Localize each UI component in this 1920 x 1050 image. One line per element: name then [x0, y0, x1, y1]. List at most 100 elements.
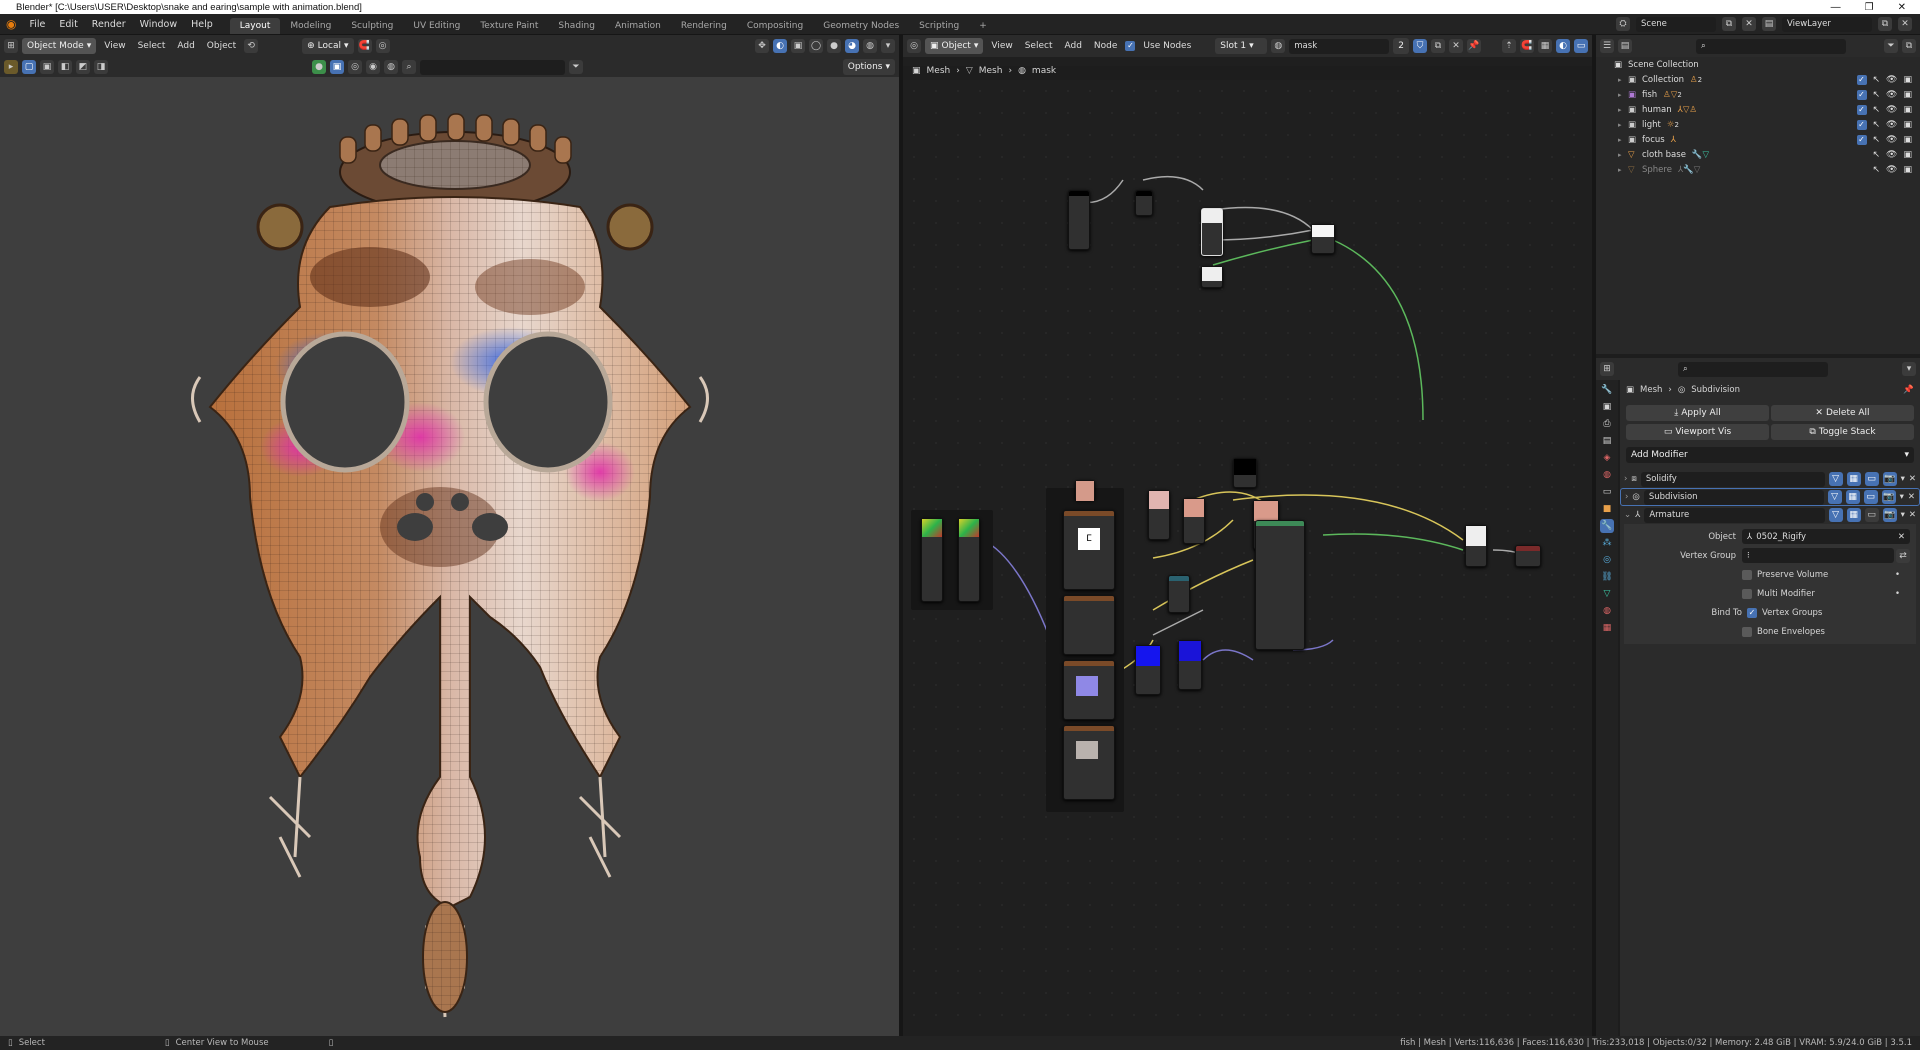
- use-nodes-checkbox[interactable]: ✓: [1125, 41, 1136, 51]
- tab-uv-editing[interactable]: UV Editing: [403, 18, 470, 34]
- exclude-checkbox[interactable]: ✓: [1856, 119, 1867, 130]
- snap-icon[interactable]: 🧲: [357, 39, 372, 53]
- collapse-icon[interactable]: ⌄: [1624, 510, 1631, 520]
- select-icon[interactable]: ↖: [1873, 150, 1881, 160]
- camera-icon[interactable]: ▣: [1903, 135, 1912, 145]
- close-icon[interactable]: ✕: [1898, 2, 1906, 13]
- overlay-icon[interactable]: ◐: [773, 39, 787, 53]
- xray-icon[interactable]: ▣: [791, 39, 805, 53]
- shader-editor-type-icon[interactable]: ◎: [907, 39, 921, 53]
- outliner-row-focus[interactable]: ▸ ▣ focus ⅄ ✓ ↖ 👁 ▣: [1596, 132, 1920, 147]
- select-intersect-icon[interactable]: ◨: [94, 60, 108, 74]
- camera-icon[interactable]: ▣: [1903, 150, 1912, 160]
- menu-file[interactable]: File: [22, 19, 52, 30]
- camera-icon[interactable]: ▣: [1903, 75, 1912, 85]
- collection-tab-icon[interactable]: ▭: [1600, 485, 1614, 499]
- properties-editor-type-icon[interactable]: ⊞: [1600, 362, 1614, 376]
- menu-window[interactable]: Window: [133, 19, 184, 30]
- orientation-dropdown[interactable]: ⊕ Local ▾: [302, 38, 354, 54]
- fake-user-icon[interactable]: ⛉: [1413, 39, 1428, 53]
- node-menu-add[interactable]: Add: [1060, 41, 1085, 51]
- eye-icon[interactable]: 👁: [1886, 105, 1897, 115]
- image-texture-node[interactable]: [1201, 208, 1223, 256]
- parent-node-tree-icon[interactable]: ⇡: [1502, 39, 1516, 53]
- unlink-material-icon[interactable]: ✕: [1449, 39, 1464, 53]
- exclude-checkbox[interactable]: ✓: [1856, 89, 1867, 100]
- material-tab-icon[interactable]: ◍: [1600, 604, 1614, 618]
- tab-animation[interactable]: Animation: [605, 18, 671, 34]
- scene-field[interactable]: Scene: [1636, 16, 1716, 32]
- delete-view-layer-icon[interactable]: ✕: [1898, 17, 1912, 31]
- camera-icon[interactable]: ▣: [1903, 120, 1912, 130]
- paint-icon[interactable]: ◎: [348, 60, 362, 74]
- color-ramp-node[interactable]: [921, 518, 943, 602]
- image-texture-node[interactable]: [1201, 266, 1223, 288]
- select-icon[interactable]: ↖: [1873, 135, 1881, 145]
- remove-modifier-icon[interactable]: ✕: [1909, 510, 1916, 520]
- modifier-armature[interactable]: ⌄ ⅄ Armature ▽ ▦ ▭ 📷 ▾ ✕: [1620, 506, 1920, 524]
- color-ramp-node[interactable]: [958, 518, 980, 602]
- realtime-icon[interactable]: ▭: [1864, 508, 1879, 522]
- world-tab-icon[interactable]: ◍: [1600, 468, 1614, 482]
- exclude-checkbox[interactable]: ✓: [1856, 134, 1867, 145]
- outliner-filter-icon[interactable]: ⏷: [1884, 39, 1898, 53]
- expand-icon[interactable]: ›: [1624, 474, 1627, 484]
- viewport-search-input[interactable]: [420, 59, 565, 75]
- tab-sculpting[interactable]: Sculpting: [341, 18, 403, 34]
- outliner-row-human[interactable]: ▸ ▣ human ⅄▽♙ ✓ ↖ 👁 ▣: [1596, 102, 1920, 117]
- image-texture-node[interactable]: ⵎ: [1063, 510, 1115, 590]
- preserve-volume-checkbox[interactable]: [1742, 569, 1752, 580]
- vertex-groups-checkbox[interactable]: ✓: [1747, 607, 1757, 618]
- node-menu-select[interactable]: Select: [1021, 41, 1057, 51]
- add-modifier-dropdown[interactable]: Add Modifier ▾: [1626, 446, 1914, 463]
- select-box-icon[interactable]: ▢: [22, 60, 36, 74]
- image-texture-node[interactable]: [1148, 490, 1170, 540]
- camera-icon[interactable]: ▣: [1903, 105, 1912, 115]
- pin-icon[interactable]: 📌: [1467, 39, 1482, 53]
- menu-help[interactable]: Help: [184, 19, 220, 30]
- camera-icon[interactable]: ▣: [1903, 90, 1912, 100]
- mode-dropdown[interactable]: Object Mode ▾: [22, 38, 97, 54]
- remove-modifier-icon[interactable]: ✕: [1909, 474, 1916, 484]
- outliner-row-fish[interactable]: ▸ ▣ fish ♙▽ 2 ✓ ↖ 👁 ▣: [1596, 87, 1920, 102]
- eye-icon[interactable]: 👁: [1886, 150, 1897, 160]
- world-icon[interactable]: ◍: [384, 60, 398, 74]
- editor-type-icon[interactable]: ⊞: [4, 39, 18, 53]
- apply-all-button[interactable]: ⤓ Apply All: [1626, 404, 1769, 421]
- material-browse-icon[interactable]: ◍: [1271, 39, 1286, 53]
- shading-options-icon[interactable]: ▾: [881, 39, 895, 53]
- select-icon[interactable]: ↖: [1873, 165, 1881, 175]
- edit-mode-icon[interactable]: ▽: [1828, 472, 1843, 486]
- material-output-node[interactable]: [1515, 545, 1541, 567]
- keyframe-dot-icon[interactable]: •: [1895, 589, 1910, 599]
- tab-texture-paint[interactable]: Texture Paint: [470, 18, 548, 34]
- image-texture-node[interactable]: [1063, 660, 1115, 720]
- armature-object-field[interactable]: ⅄ 0502_Rigify ✕: [1742, 529, 1910, 544]
- delete-scene-icon[interactable]: ✕: [1742, 17, 1756, 31]
- image-texture-node[interactable]: [1063, 725, 1115, 800]
- image-texture-node[interactable]: [1135, 645, 1161, 695]
- outliner-editor-type-icon[interactable]: ☰: [1600, 39, 1614, 53]
- bone-envelopes-checkbox[interactable]: [1742, 626, 1752, 637]
- expand-icon[interactable]: ›: [1625, 492, 1628, 502]
- physics-tab-icon[interactable]: ◎: [1600, 553, 1614, 567]
- image-texture-node[interactable]: [1183, 498, 1205, 544]
- pin-icon[interactable]: 📌: [1903, 385, 1914, 395]
- node-overlay-toggle-icon[interactable]: ◐: [1556, 39, 1570, 53]
- properties-options-icon[interactable]: ▾: [1902, 362, 1916, 376]
- expand-icon[interactable]: ▸: [1618, 166, 1628, 174]
- cage-icon[interactable]: ▦: [1845, 490, 1860, 504]
- view-layer-icon[interactable]: ▤: [1762, 17, 1776, 31]
- minimize-icon[interactable]: —: [1831, 2, 1841, 13]
- render-icon[interactable]: 📷: [1881, 490, 1896, 504]
- new-view-layer-icon[interactable]: ⧉: [1878, 17, 1892, 31]
- node-overlay-icon[interactable]: ▦: [1538, 39, 1552, 53]
- outliner-row-scene-collection[interactable]: ▣ Scene Collection: [1596, 57, 1920, 72]
- snap-node-icon[interactable]: 🧲: [1520, 39, 1534, 53]
- tool-icon[interactable]: ▸: [4, 60, 18, 74]
- select-icon[interactable]: ↖: [1873, 120, 1881, 130]
- keyframe-dot-icon[interactable]: •: [1895, 570, 1910, 580]
- modifier-tab-icon[interactable]: 🔧: [1600, 519, 1614, 533]
- properties-search-input[interactable]: ⌕: [1678, 361, 1828, 377]
- modifier-name-field[interactable]: Subdivision: [1643, 489, 1824, 505]
